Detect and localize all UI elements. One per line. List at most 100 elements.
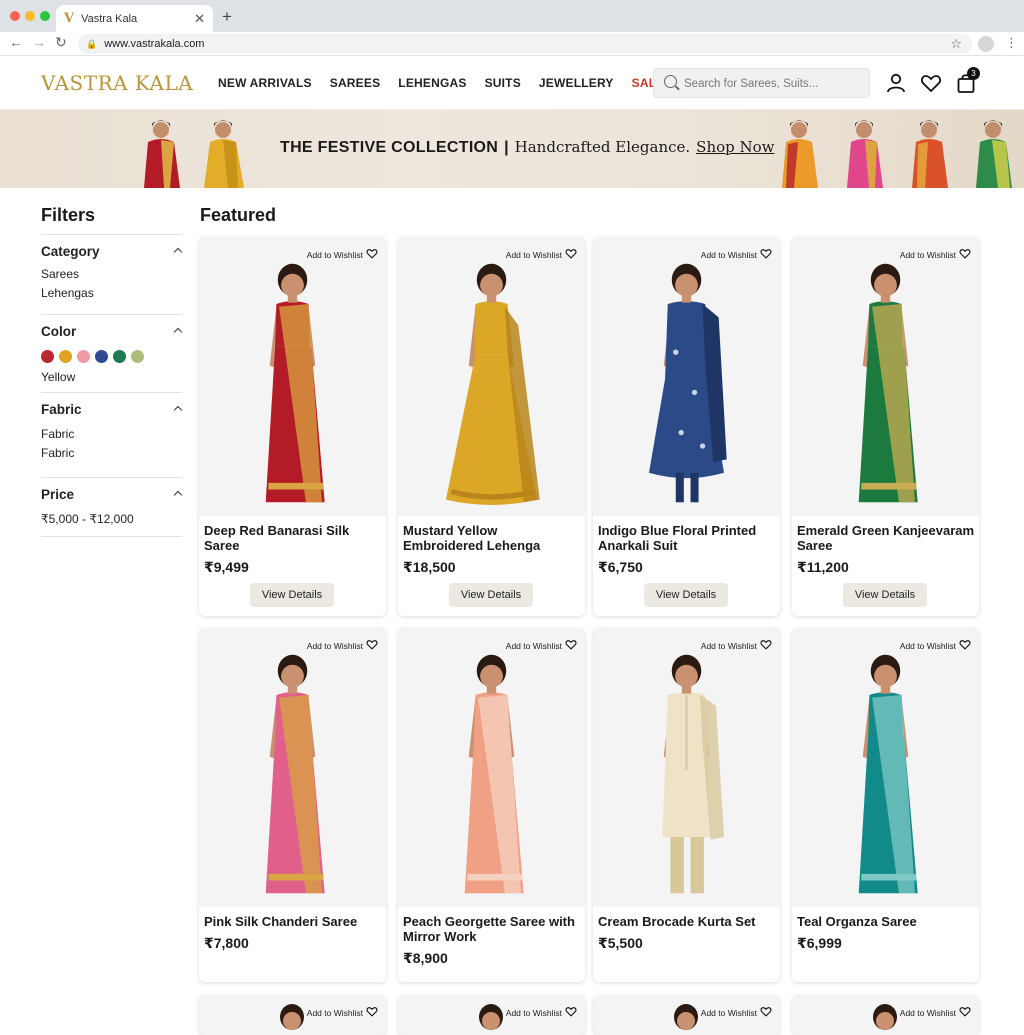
product-card[interactable]: Add to Wishlist Emerald Green Kanjeevaram… <box>792 237 979 616</box>
window-close-dot[interactable] <box>10 11 20 21</box>
product-price: ₹11,200 <box>797 559 849 575</box>
add-to-wishlist-button[interactable]: Add to Wishlist <box>701 246 772 264</box>
browser-tab[interactable]: V Vastra Kala ✕ <box>56 5 213 32</box>
cart-button[interactable]: 3 <box>955 67 980 94</box>
festive-banner[interactable]: THE FESTIVE COLLECTION | Handcrafted Ele… <box>0 110 1024 188</box>
browser-menu-icon[interactable]: ⋮ <box>1005 35 1018 51</box>
reload-icon[interactable]: ↻ <box>55 34 67 51</box>
nav-sarees[interactable]: SAREES <box>330 76 381 90</box>
product-image[interactable] <box>792 237 979 516</box>
banner-title: THE FESTIVE COLLECTION <box>280 139 499 156</box>
product-card[interactable]: Add to Wishlist Cream Brocade Kurta Set ₹5… <box>593 628 780 982</box>
add-to-wishlist-button[interactable]: Add to Wishlist <box>506 246 577 264</box>
add-to-wishlist-button[interactable]: Add to Wishlist <box>701 637 772 655</box>
product-name[interactable]: Pink Silk Chanderi Saree <box>204 914 382 929</box>
filters-title: Filters <box>41 205 96 225</box>
wishlist-heart-icon <box>959 1004 971 1022</box>
product-name[interactable]: Peach Georgette Saree with Mirror Work <box>403 914 581 944</box>
product-image[interactable] <box>199 237 386 516</box>
window-minimize-dot[interactable] <box>25 11 35 21</box>
product-name[interactable]: Deep Red Banarasi Silk Saree <box>204 523 382 553</box>
product-card[interactable]: Add to Wishlist Pink Silk Chanderi Saree ₹… <box>199 628 386 982</box>
product-name[interactable]: Cream Brocade Kurta Set <box>598 914 776 929</box>
add-to-wishlist-button[interactable]: Add to Wishlist <box>506 1004 577 1022</box>
nav-suits[interactable]: SUITS <box>485 76 521 90</box>
view-details-button[interactable]: View Details <box>449 583 533 607</box>
product-image[interactable] <box>398 628 585 907</box>
product-image[interactable] <box>792 628 979 907</box>
tab-close-icon[interactable]: ✕ <box>194 11 205 27</box>
color-swatch-pink[interactable] <box>77 350 90 363</box>
filter-price: Price ₹5,000 - ₹12,000 <box>41 477 183 537</box>
add-to-wishlist-button[interactable]: Add to Wishlist <box>506 637 577 655</box>
profile-avatar-icon[interactable] <box>978 36 994 52</box>
filter-option-sarees[interactable]: Sarees <box>41 267 182 281</box>
bookmark-star-icon[interactable]: ☆ <box>950 36 962 52</box>
wishlist-heart-icon[interactable] <box>920 72 942 94</box>
product-image[interactable] <box>593 237 780 516</box>
site-logo[interactable]: VASTRA KALA <box>41 71 193 95</box>
product-name[interactable]: Emerald Green Kanjeevaram Saree <box>797 523 975 553</box>
view-details-button[interactable]: View Details <box>250 583 334 607</box>
add-to-wishlist-button[interactable]: Add to Wishlist <box>900 637 971 655</box>
view-details-button[interactable]: View Details <box>644 583 728 607</box>
account-icon[interactable] <box>885 72 907 94</box>
add-to-wishlist-button[interactable]: Add to Wishlist <box>307 1004 378 1022</box>
chevron-up-icon[interactable] <box>173 247 183 257</box>
filter-option-lehengas[interactable]: Lehengas <box>41 286 182 300</box>
filter-color-label: Color <box>41 324 77 339</box>
product-name[interactable]: Mustard Yellow Embroidered Lehenga <box>403 523 581 553</box>
filter-color-header[interactable]: Color <box>41 324 183 342</box>
back-icon[interactable]: ← <box>9 34 23 50</box>
product-card[interactable]: Add to Wishlist <box>593 995 780 1035</box>
product-card[interactable]: Add to Wishlist <box>199 995 386 1035</box>
product-card[interactable]: Add to Wishlist Indigo Blue Floral Printe… <box>593 237 780 616</box>
color-swatch-yellow[interactable] <box>59 350 72 363</box>
product-name[interactable]: Teal Organza Saree <box>797 914 975 929</box>
add-to-wishlist-button[interactable]: Add to Wishlist <box>701 1004 772 1022</box>
product-image[interactable] <box>593 628 780 907</box>
nav-lehengas[interactable]: LEHENGAS <box>398 76 466 90</box>
nav-new-arrivals[interactable]: NEW ARRIVALS <box>218 76 312 90</box>
price-range-text[interactable]: ₹5,000 - ₹12,000 <box>41 512 182 526</box>
product-card[interactable]: Add to Wishlist Peach Georgette Saree wit… <box>398 628 585 982</box>
chevron-up-icon[interactable] <box>173 327 183 337</box>
filter-fabric-header[interactable]: Fabric <box>41 402 183 420</box>
wishlist-heart-icon <box>565 1004 577 1022</box>
url-text[interactable]: www.vastrakala.com <box>104 38 950 50</box>
window-maximize-dot[interactable] <box>40 11 50 21</box>
product-image[interactable] <box>398 237 585 516</box>
chevron-up-icon[interactable] <box>173 490 183 500</box>
color-swatch-blue[interactable] <box>95 350 108 363</box>
product-card[interactable]: Add to Wishlist <box>792 995 979 1035</box>
wishlist-label: Add to Wishlist <box>306 1008 363 1018</box>
product-name[interactable]: Indigo Blue Floral Printed Anarkali Suit <box>598 523 776 553</box>
color-swatch-red[interactable] <box>41 350 54 363</box>
forward-icon[interactable]: → <box>32 34 46 50</box>
filter-option-fabric[interactable]: Fabric <box>41 427 182 441</box>
product-card[interactable]: Add to Wishlist <box>398 995 585 1035</box>
wishlist-heart-icon <box>565 637 577 655</box>
add-to-wishlist-button[interactable]: Add to Wishlist <box>307 246 378 264</box>
new-tab-icon[interactable]: + <box>222 7 232 27</box>
add-to-wishlist-button[interactable]: Add to Wishlist <box>307 637 378 655</box>
filter-option-fabric[interactable]: Fabric <box>41 446 182 460</box>
add-to-wishlist-button[interactable]: Add to Wishlist <box>900 246 971 264</box>
add-to-wishlist-button[interactable]: Add to Wishlist <box>900 1004 971 1022</box>
view-details-button[interactable]: View Details <box>843 583 927 607</box>
filter-price-header[interactable]: Price <box>41 487 183 505</box>
filter-category-header[interactable]: Category <box>41 244 183 262</box>
product-image[interactable] <box>199 628 386 907</box>
search-icon[interactable] <box>664 75 677 88</box>
product-card[interactable]: Add to Wishlist Deep Red Banarasi Silk Sa… <box>199 237 386 616</box>
nav-jewellery[interactable]: JEWELLERY <box>539 76 614 90</box>
omnibox[interactable]: 🔒 www.vastrakala.com ☆ <box>78 34 972 54</box>
color-swatch-green[interactable] <box>113 350 126 363</box>
chevron-up-icon[interactable] <box>173 405 183 415</box>
search-input[interactable] <box>684 75 862 93</box>
product-card[interactable]: Add to Wishlist Mustard Yellow Embroidere… <box>398 237 585 616</box>
wishlist-heart-icon <box>366 1004 378 1022</box>
product-card[interactable]: Add to Wishlist Teal Organza Saree ₹6,999 <box>792 628 979 982</box>
banner-shop-now-link[interactable]: Shop Now <box>696 138 774 156</box>
color-swatch-olive[interactable] <box>131 350 144 363</box>
